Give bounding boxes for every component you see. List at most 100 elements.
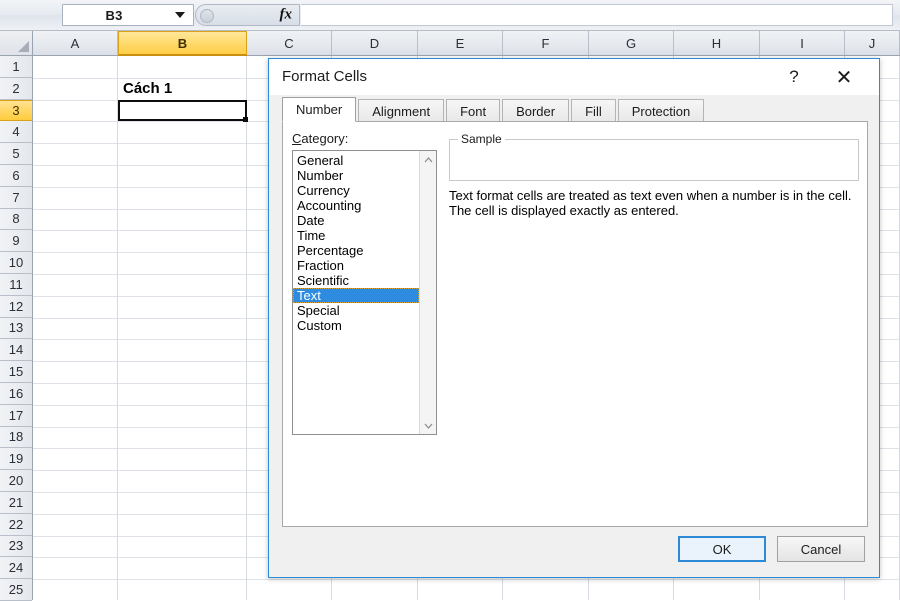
cancel-button[interactable]: Cancel — [777, 536, 865, 562]
column-header-j[interactable]: J — [845, 31, 900, 55]
row-header-label: 19 — [9, 451, 23, 466]
fx-icon[interactable]: fx — [280, 7, 293, 24]
category-scrollbar[interactable] — [419, 151, 436, 434]
tab-alignment[interactable]: Alignment — [358, 99, 444, 122]
row-header-label: 1 — [12, 59, 19, 74]
row-header-11[interactable]: 11 — [0, 274, 32, 296]
category-accelerator: C — [292, 131, 301, 146]
column-header-d[interactable]: D — [332, 31, 418, 55]
row-header-24[interactable]: 24 — [0, 557, 32, 579]
row-header-label: 9 — [12, 233, 19, 248]
row-header-8[interactable]: 8 — [0, 209, 32, 231]
column-header-i[interactable]: I — [760, 31, 845, 55]
formula-input[interactable] — [301, 4, 893, 26]
tab-label: Number — [296, 102, 342, 117]
sample-groupbox: Sample — [449, 139, 859, 181]
column-header-c[interactable]: C — [247, 31, 332, 55]
row-header-12[interactable]: 12 — [0, 296, 32, 318]
ok-button[interactable]: OK — [678, 536, 766, 562]
fill-handle[interactable] — [243, 117, 248, 122]
chevron-down-icon[interactable] — [175, 12, 185, 18]
active-cell-selection[interactable] — [118, 100, 247, 122]
row-header-19[interactable]: 19 — [0, 448, 32, 470]
category-item-percentage[interactable]: Percentage — [293, 243, 419, 258]
column-header-b[interactable]: B — [118, 31, 247, 56]
row-header-4[interactable]: 4 — [0, 121, 32, 143]
tab-font[interactable]: Font — [446, 99, 500, 122]
tab-label: Font — [460, 104, 486, 119]
category-listbox[interactable]: GeneralNumberCurrencyAccountingDateTimeP… — [292, 150, 437, 435]
row-header-14[interactable]: 14 — [0, 339, 32, 361]
row-header-6[interactable]: 6 — [0, 165, 32, 187]
category-item-currency[interactable]: Currency — [293, 183, 419, 198]
select-all-button[interactable] — [0, 31, 33, 56]
tab-fill[interactable]: Fill — [571, 99, 616, 122]
row-header-15[interactable]: 15 — [0, 361, 32, 383]
category-item-general[interactable]: General — [293, 153, 419, 168]
row-header-label: 17 — [9, 408, 23, 423]
row-header-16[interactable]: 16 — [0, 383, 32, 405]
column-header-f[interactable]: F — [503, 31, 589, 55]
category-item-accounting[interactable]: Accounting — [293, 198, 419, 213]
chevron-up-icon[interactable] — [420, 151, 437, 168]
row-header-label: 7 — [12, 190, 19, 205]
tab-label: Border — [516, 104, 555, 119]
row-header-1[interactable]: 1 — [0, 56, 32, 78]
gridline-vertical — [246, 56, 247, 600]
cell-b2[interactable]: Cách 1 — [118, 78, 247, 100]
tab-protection[interactable]: Protection — [618, 99, 705, 122]
row-header-7[interactable]: 7 — [0, 187, 32, 209]
format-description: Text format cells are treated as text ev… — [449, 188, 861, 218]
row-header-label: 24 — [9, 560, 23, 575]
category-item-container: GeneralNumberCurrencyAccountingDateTimeP… — [293, 153, 419, 333]
row-header-21[interactable]: 21 — [0, 492, 32, 514]
row-header-23[interactable]: 23 — [0, 536, 32, 558]
name-box[interactable]: B3 — [62, 4, 194, 26]
row-header-5[interactable]: 5 — [0, 143, 32, 165]
row-header-label: 21 — [9, 495, 23, 510]
question-mark-icon[interactable]: ? — [781, 65, 807, 89]
row-header-9[interactable]: 9 — [0, 230, 32, 252]
column-header-label: E — [456, 36, 465, 51]
row-header-label: 10 — [9, 255, 23, 270]
dialog-titlebar[interactable]: Format Cells ? ✕ — [269, 59, 879, 95]
category-item-special[interactable]: Special — [293, 303, 419, 318]
row-header-22[interactable]: 22 — [0, 514, 32, 536]
row-header-label: 16 — [9, 386, 23, 401]
row-header-25[interactable]: 25 — [0, 579, 32, 601]
column-header-row: A B CD E FGHIJ — [33, 31, 900, 56]
tab-border[interactable]: Border — [502, 99, 569, 122]
row-header-2[interactable]: 2 — [0, 78, 32, 100]
row-header-10[interactable]: 10 — [0, 252, 32, 274]
column-header-e[interactable]: E — [418, 31, 503, 55]
gridline-vertical — [117, 56, 118, 600]
row-header-3[interactable]: 3 — [0, 100, 32, 122]
column-header-g[interactable]: G — [589, 31, 674, 55]
category-item-custom[interactable]: Custom — [293, 318, 419, 333]
chevron-down-icon[interactable] — [420, 417, 437, 434]
category-item-number[interactable]: Number — [293, 168, 419, 183]
close-icon[interactable]: ✕ — [829, 65, 859, 89]
row-header-17[interactable]: 17 — [0, 405, 32, 427]
category-label-rest: ategory: — [301, 131, 348, 146]
formula-bar: B3 fx — [0, 0, 900, 31]
tab-number[interactable]: Number — [282, 97, 356, 122]
column-header-h[interactable]: H — [674, 31, 760, 55]
category-item-fraction[interactable]: Fraction — [293, 258, 419, 273]
column-header-a[interactable]: A — [33, 31, 118, 55]
row-header-label: 3 — [12, 103, 19, 118]
category-label: Category: — [292, 131, 348, 146]
category-item-scientific[interactable]: Scientific — [293, 273, 419, 288]
dialog-tabstrip: Number Alignment Font Border FillProtection — [282, 97, 706, 122]
row-header-label: 11 — [9, 277, 23, 292]
select-all-corner-icon — [18, 41, 29, 52]
row-header-13[interactable]: 13 — [0, 318, 32, 340]
row-header-20[interactable]: 20 — [0, 470, 32, 492]
category-item-text[interactable]: Text — [293, 288, 419, 303]
category-item-date[interactable]: Date — [293, 213, 419, 228]
row-header-label: 13 — [9, 320, 23, 335]
column-header-label: B — [178, 36, 187, 51]
dialog-title: Format Cells — [282, 68, 367, 85]
category-item-time[interactable]: Time — [293, 228, 419, 243]
row-header-18[interactable]: 18 — [0, 427, 32, 449]
